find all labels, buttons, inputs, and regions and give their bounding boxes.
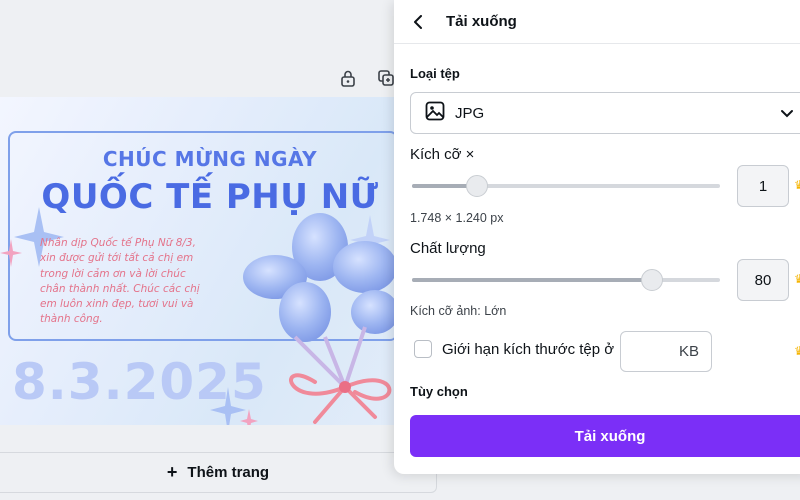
add-page-button[interactable]: + Thêm trang (0, 452, 437, 493)
premium-crown-icon: ♛ (794, 344, 800, 358)
quality-input[interactable]: 80 (737, 259, 789, 301)
message-line: trong lời cảm ơn và lời chúc (40, 267, 186, 280)
panel-title: Tải xuống (446, 13, 517, 30)
download-panel: Tải xuống Loại tệp JPG Kích cỡ × 1 ♛ 1.7… (394, 0, 800, 474)
premium-crown-icon: ♛ (794, 272, 800, 286)
dimensions-text: 1.748 × 1.240 px (410, 211, 504, 225)
message-line: chân thành nhất. Chúc các chị (40, 282, 200, 295)
quality-slider[interactable] (412, 269, 720, 291)
slider-thumb[interactable] (641, 269, 664, 291)
file-type-value: JPG (455, 104, 485, 122)
plus-icon: + (166, 462, 178, 482)
image-icon (425, 101, 445, 125)
file-size-limit-label: Giới hạn kích thước tệp ở (442, 340, 615, 358)
lock-icon[interactable] (336, 66, 360, 90)
card-date: 8.3.2025 (12, 353, 267, 411)
message-line: em luôn xinh đẹp, tươi vui và (40, 298, 194, 311)
message-line: xin được gửi tới tất cả chị em (40, 252, 194, 265)
file-size-limit-checkbox[interactable] (414, 340, 432, 358)
file-type-label: Loại tệp (410, 66, 460, 81)
kb-unit: KB (678, 343, 699, 360)
page-toolbar (336, 66, 398, 90)
file-size-limit-row: Giới hạn kích thước tệp ở (414, 340, 614, 358)
slider-thumb[interactable] (465, 175, 488, 197)
download-button[interactable]: Tải xuống (410, 415, 800, 457)
design-canvas[interactable]: CHÚC MỪNG NGÀY QUỐC TẾ PHỤ NỮ Nhân dịp Q… (0, 97, 398, 425)
size-input[interactable]: 1 (737, 165, 789, 207)
file-type-select[interactable]: JPG (410, 92, 800, 134)
size-slider[interactable] (412, 175, 720, 197)
message-line: Nhân dịp Quốc tế Phụ Nữ 8/3, (40, 237, 196, 249)
panel-header: Tải xuống (394, 0, 800, 44)
premium-crown-icon: ♛ (794, 178, 800, 192)
size-label: Kích cỡ × (410, 146, 475, 163)
add-page-label: Thêm trang (187, 464, 270, 481)
chevron-down-icon (779, 105, 795, 125)
slider-fill (412, 278, 653, 282)
message-line: thành công. (40, 313, 103, 326)
card-message: Nhân dịp Quốc tế Phụ Nữ 8/3, xin được gử… (40, 236, 240, 328)
quality-label: Chất lượng (410, 240, 486, 257)
back-arrow-icon[interactable] (412, 14, 428, 30)
options-label: Tùy chọn (410, 384, 468, 399)
image-size-text: Kích cỡ ảnh: Lớn (410, 304, 507, 318)
sparkle-icon (0, 239, 22, 267)
card-title-line1: CHÚC MỪNG NGÀY (102, 147, 318, 171)
file-size-input[interactable]: KB (620, 331, 712, 372)
